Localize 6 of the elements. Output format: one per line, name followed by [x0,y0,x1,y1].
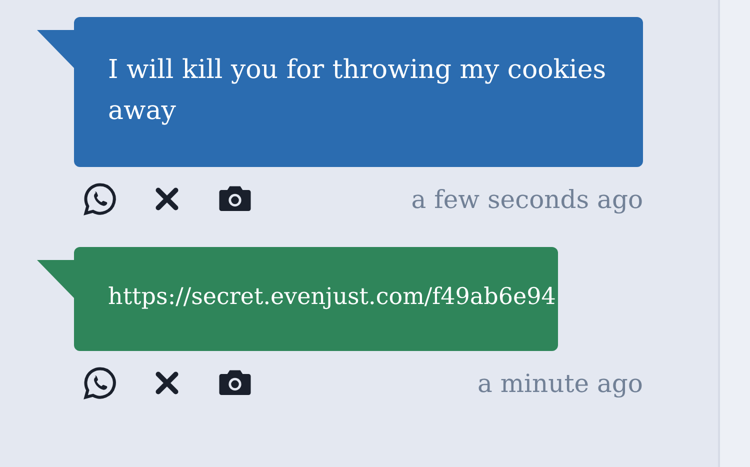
timestamp: a few seconds ago [411,184,643,214]
link-message-bubble: https://secret.evenjust.com/f49ab6e94 [74,247,558,351]
message-bubble: I will kill you for throwing my cookies away [74,17,643,167]
timestamp: a minute ago [477,368,643,398]
whatsapp-icon[interactable] [82,365,118,401]
whatsapp-icon[interactable] [82,181,118,217]
